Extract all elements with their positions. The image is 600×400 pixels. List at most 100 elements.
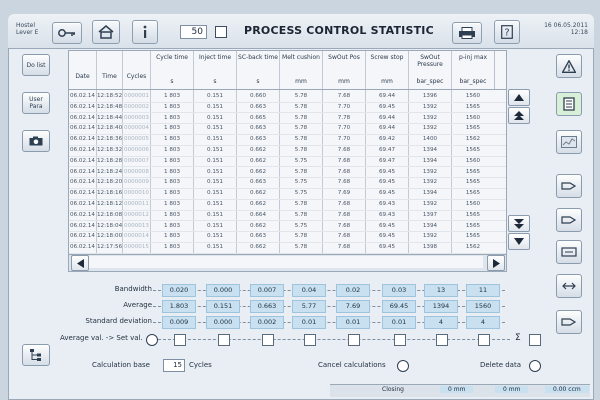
table-cell: 69.45 bbox=[378, 103, 395, 110]
table-cell: 0.660 bbox=[249, 93, 266, 99]
page-up-button[interactable] bbox=[508, 107, 530, 124]
table-cell: 5.78 bbox=[294, 211, 308, 218]
left-nav-item-tree[interactable] bbox=[22, 344, 50, 366]
table-row[interactable]: 06.02.14 12:18:40 0000004 1 803 0.151 0.663 5.… bbox=[69, 123, 506, 134]
setval-checkbox[interactable] bbox=[394, 334, 406, 346]
print-button[interactable] bbox=[452, 22, 482, 44]
header-checkbox[interactable] bbox=[215, 26, 227, 38]
table-row[interactable]: 06.02.14 12:18:04 0000013 1 803 0.151 0.662 5.… bbox=[69, 221, 506, 232]
table-cell: 0000003 bbox=[124, 114, 149, 121]
left-nav: Do list User Para bbox=[16, 50, 50, 380]
table-cell: 1 803 bbox=[163, 222, 180, 229]
mold-page-button[interactable] bbox=[556, 240, 582, 264]
table-cell: 5.75 bbox=[294, 190, 308, 197]
setval-checkbox[interactable] bbox=[348, 334, 360, 346]
unit-page-button-2[interactable] bbox=[556, 208, 582, 232]
setval-checkbox[interactable] bbox=[262, 334, 274, 346]
table-cell: 1562 bbox=[465, 244, 481, 251]
info-button[interactable] bbox=[132, 20, 158, 44]
home-button[interactable] bbox=[92, 20, 120, 44]
stddev-value: 0.01 bbox=[292, 316, 326, 329]
key-button[interactable] bbox=[52, 22, 82, 44]
table-cell: 12:18:44 bbox=[97, 114, 123, 121]
table-row[interactable]: 06.02.14 12:18:28 0000007 1 803 0.151 0.662 5.… bbox=[69, 156, 506, 167]
table-cell: 0.151 bbox=[206, 114, 223, 121]
left-nav-item-user-para[interactable]: User Para bbox=[22, 92, 50, 114]
scroll-right-button[interactable] bbox=[487, 255, 505, 271]
status-bar: Closing 0 mm 0 mm 0.00 ccm bbox=[330, 384, 590, 397]
table-cell: 1565 bbox=[465, 103, 481, 110]
stddev-label: Standard deviation bbox=[85, 317, 152, 325]
nozzle-page-button[interactable] bbox=[556, 310, 582, 334]
column-header-name: SwOut Pressure bbox=[417, 54, 443, 68]
table-row[interactable]: 06.02.14 12:18:44 0000003 1 803 0.151 0.665 5.… bbox=[69, 113, 506, 124]
setval-checkbox[interactable] bbox=[478, 334, 490, 346]
table-cell: 0.151 bbox=[206, 190, 223, 197]
scroll-down-button[interactable] bbox=[508, 233, 530, 250]
delete-data-button[interactable] bbox=[529, 360, 541, 372]
horizontal-scrollbar[interactable] bbox=[68, 254, 507, 272]
table-cell: 7.68 bbox=[337, 168, 351, 175]
scroll-up-button[interactable] bbox=[508, 89, 530, 106]
table-cell: 1 803 bbox=[163, 211, 180, 218]
table-cell: 1394 bbox=[422, 157, 438, 164]
left-nav-item-camera[interactable] bbox=[22, 130, 50, 152]
setval-checkbox[interactable] bbox=[436, 334, 448, 346]
table-cell: 06.02.14 bbox=[70, 93, 95, 99]
table-cell: 7.68 bbox=[337, 201, 351, 207]
table-row[interactable]: 06.02.14 12:17:56 0000015 1 803 0.151 0.662 5.… bbox=[69, 242, 506, 253]
setval-radio[interactable] bbox=[146, 334, 158, 346]
table-row[interactable]: 06.02.14 12:18:52 0000001 1 803 0.151 0.660 5.… bbox=[69, 91, 506, 102]
page-down-button[interactable] bbox=[508, 215, 530, 232]
table-row[interactable]: 06.02.14 12:18:12 0000011 1 803 0.151 0.662 5.… bbox=[69, 199, 506, 210]
help-button[interactable]: ? bbox=[494, 20, 520, 44]
setval-checkbox[interactable] bbox=[218, 334, 230, 346]
table-row[interactable]: 06.02.14 12:18:32 0000006 1 803 0.151 0.662 5.… bbox=[69, 145, 506, 156]
column-header-name: SwOut Pos bbox=[328, 54, 360, 61]
table-row[interactable]: 06.02.14 12:18:16 0000010 1 803 0.151 0.662 5.… bbox=[69, 188, 506, 199]
table-cell: 12:18:00 bbox=[97, 233, 123, 240]
setval-checkbox[interactable] bbox=[174, 334, 186, 346]
header-divider bbox=[69, 89, 506, 90]
table-cell: 1560 bbox=[465, 114, 481, 121]
table-cell: 0.151 bbox=[206, 147, 223, 153]
scroll-track[interactable] bbox=[89, 256, 483, 268]
table-cell: 1 803 bbox=[163, 136, 180, 143]
table-cell: 0000014 bbox=[124, 233, 149, 240]
stddev-value: 0.000 bbox=[206, 316, 240, 329]
statistics-table: Date Time Cycles Cycle time s Inject time s SC-… bbox=[68, 50, 507, 255]
printer-icon bbox=[459, 27, 475, 39]
table-cell: 0.665 bbox=[249, 114, 266, 121]
ejector-page-button[interactable] bbox=[556, 274, 582, 298]
table-row[interactable]: 06.02.14 12:18:20 0000009 1 803 0.151 0.663 5.… bbox=[69, 177, 506, 188]
chart-page-button[interactable] bbox=[556, 130, 582, 154]
table-cell: 0000007 bbox=[124, 157, 149, 164]
table-cell: 5.78 bbox=[294, 233, 308, 240]
table-row[interactable]: 06.02.14 12:18:08 0000012 1 803 0.151 0.664 5.… bbox=[69, 210, 506, 221]
table-row[interactable]: 06.02.14 12:18:48 0000002 1 803 0.151 0.663 5.… bbox=[69, 102, 506, 113]
cancel-calc-button[interactable] bbox=[397, 360, 409, 372]
table-cell: 7.70 bbox=[337, 103, 351, 110]
scroll-left-button[interactable] bbox=[71, 255, 89, 271]
setval-checkbox[interactable] bbox=[304, 334, 316, 346]
calc-base-input[interactable]: 15 bbox=[163, 359, 185, 372]
mold-icon bbox=[561, 247, 577, 257]
table-cell: 69.47 bbox=[378, 147, 395, 153]
sigma-checkbox[interactable] bbox=[529, 334, 541, 346]
left-nav-item-do-list[interactable]: Do list bbox=[22, 54, 50, 76]
table-cell: 1394 bbox=[422, 190, 438, 197]
home-icon bbox=[98, 25, 114, 39]
table-row[interactable]: 06.02.14 12:18:24 0000008 1 803 0.151 0.662 5.… bbox=[69, 167, 506, 178]
table-cell: 7.68 bbox=[337, 179, 351, 186]
unit-page-button-1[interactable] bbox=[556, 174, 582, 198]
delete-data-label: Delete data bbox=[480, 361, 521, 369]
setval-label: Average val. -> Set val. bbox=[60, 334, 143, 342]
table-cell: 06.02.14 bbox=[70, 190, 95, 197]
double-arrow-up-icon bbox=[514, 110, 524, 120]
alarm-button[interactable] bbox=[556, 54, 582, 78]
table-row[interactable]: 06.02.14 12:18:00 0000014 1 803 0.151 0.663 5.… bbox=[69, 231, 506, 242]
statistic-page-button[interactable] bbox=[556, 92, 582, 116]
table-row[interactable]: 06.02.14 12:18:36 0000005 1 803 0.151 0.663 5.… bbox=[69, 134, 506, 145]
vertical-scrollbar[interactable] bbox=[508, 87, 530, 253]
table-cell: 1 803 bbox=[163, 201, 180, 207]
